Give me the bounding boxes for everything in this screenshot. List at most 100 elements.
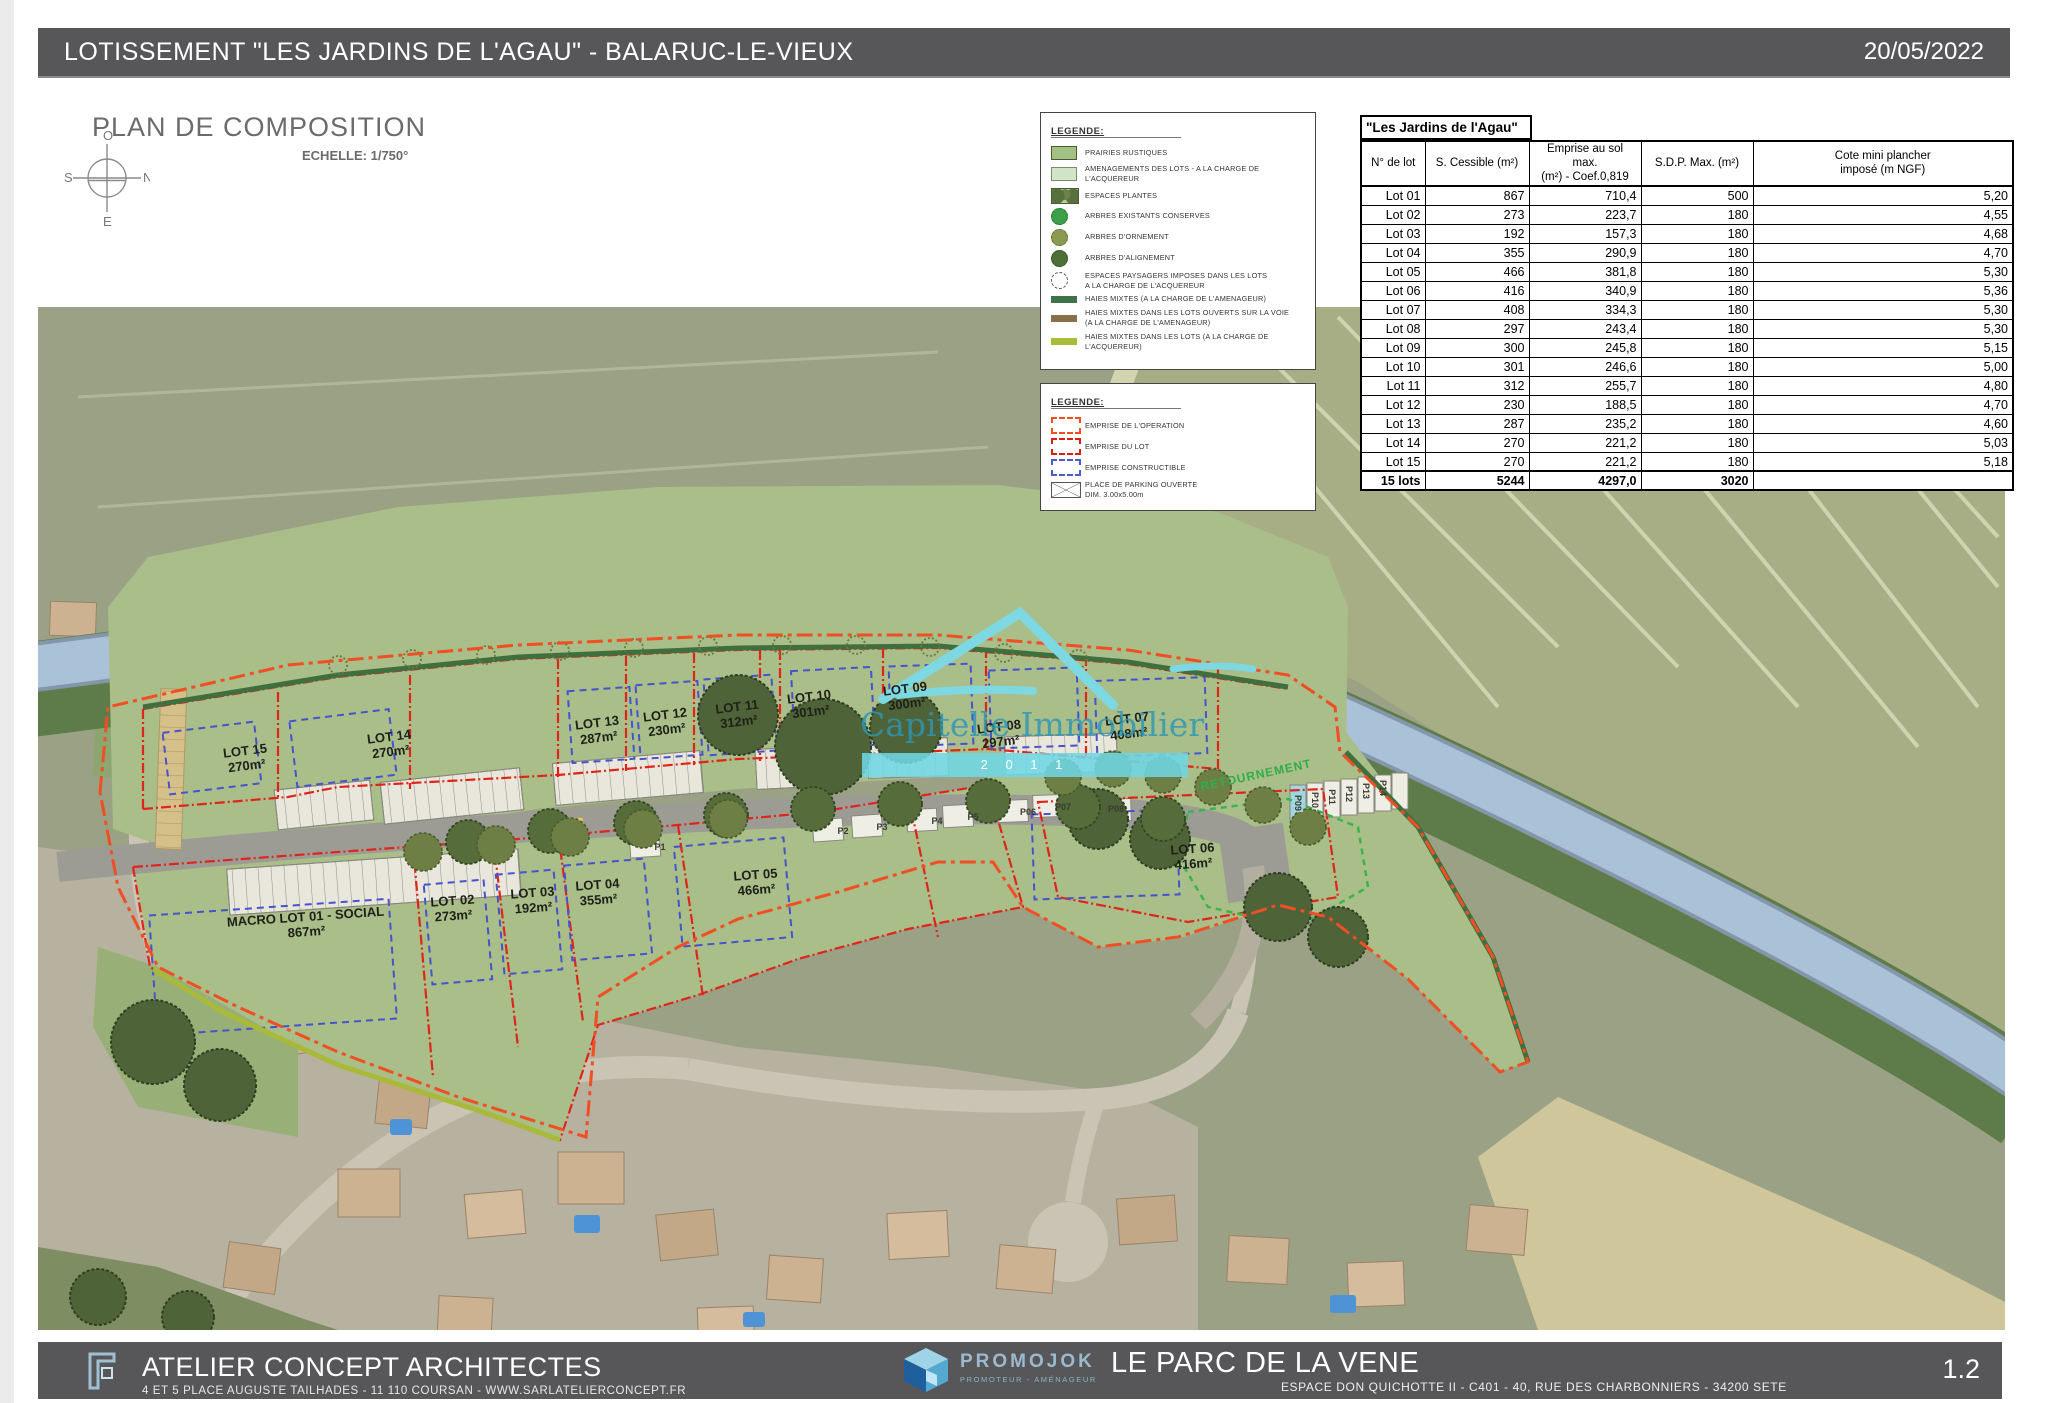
table-cell: Lot 15 — [1361, 452, 1425, 471]
document-title: LOTISSEMENT "LES JARDINS DE L'AGAU" - BA… — [64, 38, 854, 67]
lot-label-11: LOT 11312m² — [715, 698, 762, 733]
legend-item: ARBRES EXISTANTS CONSERVES — [1051, 208, 1305, 225]
table-cell — [1753, 471, 2013, 490]
parking-label-p09: P09 — [1293, 794, 1303, 812]
table-title: "Les Jardins de l'Agau" — [1360, 115, 1532, 140]
lots-table-block: "Les Jardins de l'Agau" N° de lot S. Ces… — [1360, 115, 2012, 491]
table-row: Lot 05466381,81805,30 — [1361, 262, 2013, 281]
emprise-lot-icon — [1051, 438, 1081, 455]
table-cell: 408 — [1425, 300, 1529, 319]
parking-label-p06: P06 — [1020, 807, 1036, 817]
parking-icon — [1051, 482, 1081, 498]
lot-label-14: LOT 14270m² — [366, 727, 413, 762]
table-cell: 5,30 — [1753, 262, 2013, 281]
parking-label-p5: P5 — [967, 812, 978, 822]
parking-label-p1: P1 — [654, 842, 665, 852]
bar-haie-voie — [1051, 315, 1077, 322]
table-cell: 180 — [1641, 300, 1753, 319]
table-cell: 287 — [1425, 414, 1529, 433]
parking-label-p11: P11 — [1327, 789, 1337, 805]
table-cell: 867 — [1425, 186, 1529, 205]
table-cell: 4,55 — [1753, 205, 2013, 224]
compass-e: E — [103, 214, 112, 228]
table-cell: 180 — [1641, 376, 1753, 395]
project-name: LE PARC DE LA VENE — [1111, 1347, 1787, 1380]
table-cell: 3020 — [1641, 471, 1753, 490]
legend-item-label: HAIES MIXTES DANS LES LOTS OUVERTS SUR L… — [1085, 308, 1289, 328]
table-cell: 235,2 — [1529, 414, 1641, 433]
legend-item-label: ESPACES PAYSAGERS IMPOSES DANS LES LOTSA… — [1085, 271, 1267, 291]
emprise-constructible-icon — [1051, 459, 1081, 476]
table-cell: 246,6 — [1529, 357, 1641, 376]
lot-label-13: LOT 13287m² — [574, 713, 621, 748]
bar-haie-amenageur — [1051, 296, 1077, 303]
table-cell: 5244 — [1425, 471, 1529, 490]
table-cell: Lot 01 — [1361, 186, 1425, 205]
table-cell: 290,9 — [1529, 243, 1641, 262]
table-cell: 4,80 — [1753, 376, 2013, 395]
table-cell: Lot 07 — [1361, 300, 1425, 319]
table-cell: 5,20 — [1753, 186, 2013, 205]
table-cell: 273 — [1425, 205, 1529, 224]
legend-item-label: ARBRES EXISTANTS CONSERVES — [1085, 211, 1210, 221]
table-cell: 5,30 — [1753, 300, 2013, 319]
table-row: Lot 11312255,71804,80 — [1361, 376, 2013, 395]
project-address: ESPACE DON QUICHOTTE II - C401 - 40, RUE… — [1281, 1380, 1787, 1394]
col-cote: Cote mini plancher imposé (m NGF) — [1753, 141, 2013, 186]
table-cell: 180 — [1641, 338, 1753, 357]
espaces-plantes-icon — [1051, 188, 1079, 204]
table-cell: 157,3 — [1529, 224, 1641, 243]
legend-item: HAIES MIXTES (A LA CHARGE DE L'AMENAGEUR… — [1051, 294, 1305, 304]
parking-label-p08: P08 — [1108, 804, 1124, 814]
table-cell: 243,4 — [1529, 319, 1641, 338]
legend-boundaries: LEGENDE: EMPRISE DE L'OPERATIONEMPRISE D… — [1040, 383, 1316, 511]
table-cell: Lot 02 — [1361, 205, 1425, 224]
lot-label-03: LOT 03192m² — [510, 885, 556, 918]
legend-item-label: EMPRISE CONSTRUCTIBLE — [1085, 463, 1186, 473]
table-cell: 180 — [1641, 357, 1753, 376]
table-row: Lot 03192157,31804,68 — [1361, 224, 2013, 243]
tree-alignement-icon — [1051, 250, 1068, 267]
legend-item-label: ESPACES PLANTES — [1085, 191, 1157, 201]
lot-label-06: LOT 06416m² — [1170, 841, 1216, 874]
table-cell: 223,7 — [1529, 205, 1641, 224]
table-cell: Lot 11 — [1361, 376, 1425, 395]
table-row: Lot 10301246,61805,00 — [1361, 357, 2013, 376]
table-cell: 500 — [1641, 186, 1753, 205]
table-cell: 5,15 — [1753, 338, 2013, 357]
table-cell: 300 — [1425, 338, 1529, 357]
table-cell: 180 — [1641, 205, 1753, 224]
table-row: Lot 02273223,71804,55 — [1361, 205, 2013, 224]
table-cell: 4297,0 — [1529, 471, 1641, 490]
watermark-band: 2 0 1 1 — [862, 753, 1188, 777]
table-cell: 245,8 — [1529, 338, 1641, 357]
parking-label-p14: P14 — [1378, 780, 1388, 796]
table-cell: 312 — [1425, 376, 1529, 395]
legend-item: ESPACES PLANTES — [1051, 188, 1305, 204]
swatch-prairie — [1051, 146, 1077, 160]
table-cell: Lot 04 — [1361, 243, 1425, 262]
legend-item: EMPRISE DU LOT — [1051, 438, 1305, 455]
promojok-logo-icon — [900, 1345, 952, 1395]
table-cell: 4,70 — [1753, 243, 2013, 262]
plan-scale: ECHELLE: 1/750° — [302, 148, 408, 163]
table-cell: Lot 13 — [1361, 414, 1425, 433]
legend-item: ARBRES D'ALIGNEMENT — [1051, 250, 1305, 267]
table-cell: 301 — [1425, 357, 1529, 376]
swatch-amenagement — [1051, 167, 1077, 181]
parking-label-p10: P10 — [1310, 792, 1320, 808]
watermark-title: Capitelle Immobilier — [860, 705, 1190, 744]
table-cell: 5,03 — [1753, 433, 2013, 452]
table-cell: 5,00 — [1753, 357, 2013, 376]
table-row: Lot 12230188,51804,70 — [1361, 395, 2013, 414]
lot-label-15: LOT 15270m² — [222, 741, 269, 776]
table-cell: 180 — [1641, 452, 1753, 471]
table-row: Lot 08297243,41805,30 — [1361, 319, 2013, 338]
legend-item-label: PRAIRIES RUSTIQUES — [1085, 148, 1167, 158]
table-cell: 270 — [1425, 433, 1529, 452]
table-cell: 334,3 — [1529, 300, 1641, 319]
table-cell: 180 — [1641, 224, 1753, 243]
architect-address: 4 ET 5 PLACE AUGUSTE TAILHADES - 11 110 … — [142, 1385, 686, 1397]
table-cell: Lot 09 — [1361, 338, 1425, 357]
col-emprise: Emprise au sol max. (m²) - Coef.0,819 — [1529, 141, 1641, 186]
